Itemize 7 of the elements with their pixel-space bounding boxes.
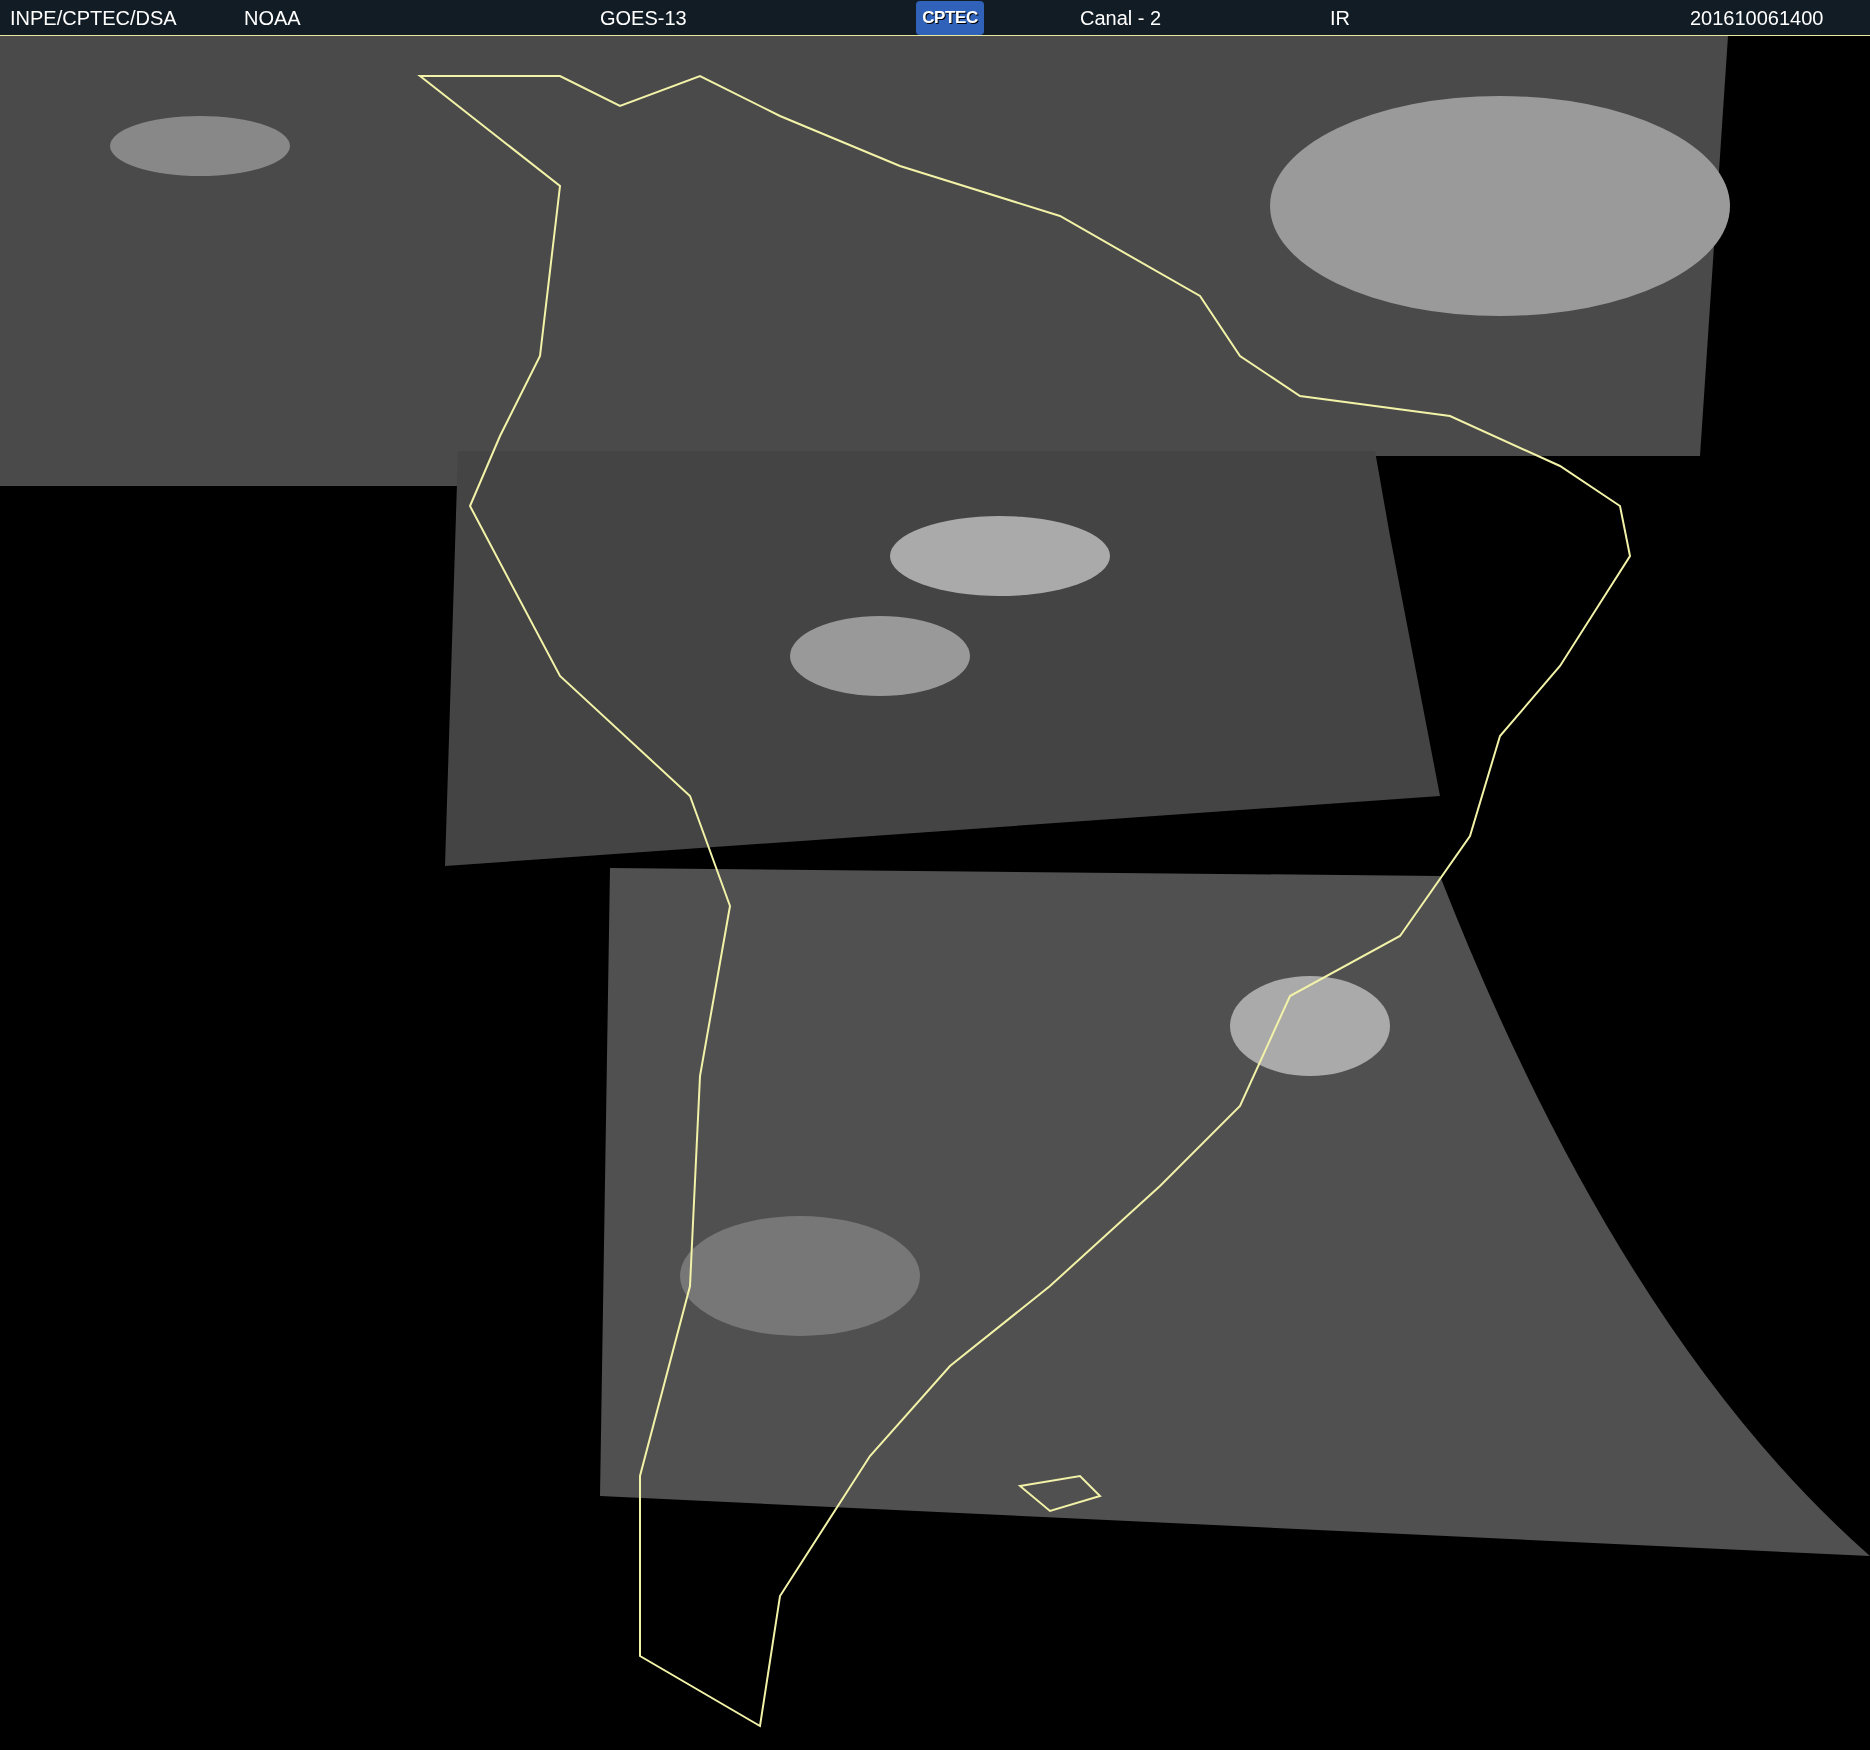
header-label: IR (1330, 5, 1350, 31)
header-label: 201610061400 (1690, 5, 1824, 31)
header-label: Canal - 2 (1080, 5, 1162, 31)
header-label: NOAA (244, 5, 301, 31)
logo: CPTEC (916, 0, 984, 35)
header-label: GOES-13 (600, 5, 687, 31)
header-label: INPE/CPTEC/DSA (10, 5, 177, 31)
